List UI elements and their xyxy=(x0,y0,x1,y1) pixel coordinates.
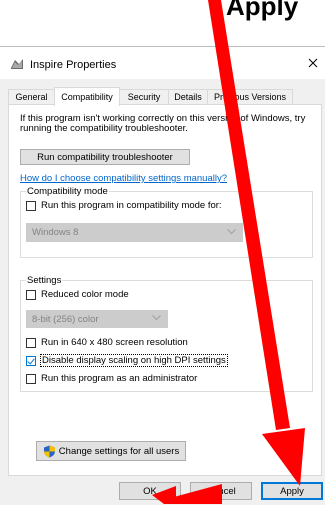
change-all-users-label: Change settings for all users xyxy=(58,445,180,457)
disable-dpi-row[interactable]: Disable display scaling on high DPI sett… xyxy=(26,354,228,367)
run-admin-label: Run this program as an administrator xyxy=(41,373,198,384)
settings-label: Settings xyxy=(26,275,63,286)
run-640-label: Run in 640 x 480 screen resolution xyxy=(41,337,188,348)
tab-security[interactable]: Security xyxy=(119,89,169,105)
change-all-users-button[interactable]: Change settings for all users xyxy=(36,441,186,461)
disable-dpi-label: Disable display scaling on high DPI sett… xyxy=(40,354,228,367)
run-640-checkbox[interactable] xyxy=(26,337,36,348)
apply-button[interactable]: Apply xyxy=(261,482,323,500)
color-mode-select: 8-bit (256) color xyxy=(26,310,168,328)
tab-compatibility[interactable]: Compatibility xyxy=(54,87,120,106)
help-link[interactable]: How do I choose compatibility settings m… xyxy=(20,173,227,184)
title-bar: Inspire Properties xyxy=(0,47,325,79)
app-icon xyxy=(11,59,23,69)
close-icon xyxy=(308,58,317,68)
chevron-down-icon xyxy=(227,228,236,234)
run-admin-checkbox[interactable] xyxy=(26,373,36,384)
chevron-down-icon xyxy=(152,315,161,321)
window-title: Inspire Properties xyxy=(30,59,117,71)
color-mode-value: 8-bit (256) color xyxy=(32,313,99,325)
tab-previous-versions[interactable]: Previous Versions xyxy=(207,89,293,105)
intro-text: If this program isn't working correctly … xyxy=(20,113,306,134)
run-admin-row[interactable]: Run this program as an administrator xyxy=(26,373,197,384)
cancel-button[interactable]: Cancel xyxy=(190,482,252,500)
os-select-value: Windows 8 xyxy=(32,227,79,238)
run-troubleshooter-button[interactable]: Run compatibility troubleshooter xyxy=(20,149,190,165)
tab-details[interactable]: Details xyxy=(168,89,208,105)
compatibility-mode-label: Compatibility mode xyxy=(26,186,109,197)
reduced-color-checkbox[interactable] xyxy=(26,289,36,300)
compat-mode-checkbox[interactable] xyxy=(26,200,36,211)
disable-dpi-checkbox[interactable] xyxy=(26,355,36,366)
annotation-caption: Apply xyxy=(0,0,325,46)
compat-mode-row[interactable]: Run this program in compatibility mode f… xyxy=(26,200,222,211)
run-640-row[interactable]: Run in 640 x 480 screen resolution xyxy=(26,337,188,348)
caption-text: Apply xyxy=(226,0,299,21)
shield-icon xyxy=(43,445,55,457)
os-select: Windows 8 xyxy=(26,223,243,242)
tab-general[interactable]: General xyxy=(8,89,55,105)
properties-dialog: Inspire Properties General Compatibility… xyxy=(0,46,325,505)
close-button[interactable] xyxy=(300,52,325,74)
reduced-color-label: Reduced color mode xyxy=(41,289,129,300)
ok-button[interactable]: OK xyxy=(119,482,181,500)
reduced-color-row[interactable]: Reduced color mode xyxy=(26,289,129,300)
compat-mode-checkbox-label: Run this program in compatibility mode f… xyxy=(41,200,222,211)
